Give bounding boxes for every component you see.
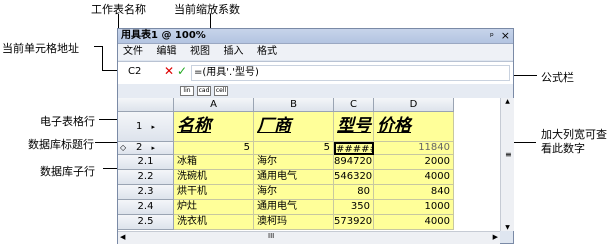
- table-cell[interactable]: 炉灶: [174, 200, 254, 215]
- scroll-down-icon[interactable]: ▼: [501, 224, 514, 231]
- row-header[interactable]: 2.1: [118, 155, 174, 170]
- table-cell[interactable]: 350: [334, 200, 374, 215]
- horizontal-scrollbar[interactable]: ◀ III ▶: [118, 231, 500, 244]
- table-cell[interactable]: 通用电气: [254, 170, 334, 185]
- view-toolbar: lin cad cell: [118, 84, 513, 98]
- corner-header[interactable]: [118, 98, 174, 112]
- formula-input[interactable]: =(用具'.'型号): [191, 65, 510, 81]
- table-cell[interactable]: 5: [174, 142, 254, 155]
- view-icon-1[interactable]: lin: [180, 86, 194, 96]
- accept-icon[interactable]: ✓: [177, 64, 187, 78]
- menu-item-view[interactable]: 视图: [185, 44, 215, 60]
- annotation-widen-column: 加大列宽可查看此数字: [541, 128, 613, 156]
- header-cell-model[interactable]: 型号: [334, 112, 374, 142]
- table-cell[interactable]: 澳柯玛: [254, 215, 334, 230]
- cancel-icon[interactable]: ✕: [164, 64, 174, 78]
- menu-item-file[interactable]: 文件: [118, 44, 148, 60]
- annotation-formula-bar: 公式栏: [541, 71, 574, 84]
- pin-icon[interactable]: ᵖ: [490, 32, 494, 42]
- row-arrow-icon: ▸: [151, 123, 156, 131]
- menu-item-insert[interactable]: 插入: [219, 44, 249, 60]
- annotation-cell-address: 当前单元格地址: [2, 42, 79, 55]
- annotation-zoom-factor: 当前缩放系数: [174, 3, 240, 16]
- vertical-scrollbar[interactable]: ▲ ≡ ▼: [500, 98, 514, 231]
- header-cell-maker[interactable]: 厂商: [254, 112, 334, 142]
- selected-cell-c2[interactable]: ######: [334, 142, 374, 155]
- table-cell[interactable]: 894720: [334, 155, 374, 170]
- annotation-db-title-row: 数据库标题行: [28, 138, 94, 151]
- scroll-right-icon[interactable]: ▶: [493, 233, 498, 241]
- title-buttons: ᵖ ×: [490, 29, 510, 44]
- row-header[interactable]: 2.3: [118, 185, 174, 200]
- column-header-d[interactable]: D: [374, 98, 454, 112]
- table-cell[interactable]: 2000: [374, 155, 454, 170]
- column-header-a[interactable]: A: [174, 98, 254, 112]
- table-cell[interactable]: 通用电气: [254, 200, 334, 215]
- scroll-thumb[interactable]: ≡: [505, 150, 512, 159]
- row-label: 2: [135, 142, 143, 153]
- view-icon-2[interactable]: cad: [197, 86, 211, 96]
- table-cell[interactable]: 冰箱: [174, 155, 254, 170]
- sheet-grid: A B C D 1 ▸ 名称 厂商 型号 价格 ◇ 2 ▸ 5 5 ######…: [118, 98, 500, 231]
- table-cell[interactable]: 4000: [374, 215, 454, 230]
- table-cell[interactable]: 烘干机: [174, 185, 254, 200]
- spreadsheet-window: 用具表1 @ 100% ᵖ × 文件 编辑 视图 插入 格式 C2 ✕ ✓ =(…: [117, 28, 514, 244]
- header-cell-price[interactable]: 价格: [374, 112, 454, 142]
- formula-bar: C2 ✕ ✓ =(用具'.'型号): [118, 61, 513, 85]
- table-cell[interactable]: 546320: [334, 170, 374, 185]
- table-cell[interactable]: 4000: [374, 170, 454, 185]
- leader-line: [210, 14, 211, 29]
- close-icon[interactable]: ×: [501, 29, 510, 42]
- leader-line: [118, 14, 119, 29]
- row-header-2[interactable]: ◇ 2 ▸: [118, 142, 174, 155]
- annotation-spreadsheet-row: 电子表格行: [40, 115, 95, 128]
- annotation-db-child-rows: 数据库子行: [40, 165, 95, 178]
- view-icon-3[interactable]: cell: [214, 86, 228, 96]
- column-header-c[interactable]: C: [334, 98, 374, 112]
- leader-line: [94, 46, 102, 47]
- row-arrow-icon: ▸: [151, 144, 156, 152]
- row-header[interactable]: 2.5: [118, 215, 174, 230]
- menu-item-edit[interactable]: 编辑: [152, 44, 182, 60]
- table-cell[interactable]: 573920: [334, 215, 374, 230]
- expand-icon[interactable]: ◇: [120, 142, 126, 154]
- leader-line: [102, 46, 103, 70]
- menu-item-format[interactable]: 格式: [252, 44, 282, 60]
- table-cell[interactable]: 5: [254, 142, 334, 155]
- table-cell[interactable]: 海尔: [254, 155, 334, 170]
- row-label: 1: [135, 121, 143, 132]
- table-cell[interactable]: 1000: [374, 200, 454, 215]
- window-title: 用具表1 @ 100%: [121, 30, 206, 41]
- table-cell[interactable]: 11840: [374, 142, 454, 155]
- annotation-widen-column-text: 加大列宽可查看此数字: [541, 128, 607, 155]
- table-cell[interactable]: 洗碗机: [174, 170, 254, 185]
- column-header-b[interactable]: B: [254, 98, 334, 112]
- table-cell[interactable]: 80: [334, 185, 374, 200]
- leader-line: [95, 142, 117, 143]
- row-header-1[interactable]: 1 ▸: [118, 112, 174, 142]
- menu-bar: 文件 编辑 视图 插入 格式: [118, 44, 513, 60]
- cell-reference[interactable]: C2: [128, 66, 158, 77]
- header-cell-name[interactable]: 名称: [174, 112, 254, 142]
- row-header[interactable]: 2.4: [118, 200, 174, 215]
- table-cell[interactable]: 840: [374, 185, 454, 200]
- row-header[interactable]: 2.2: [118, 170, 174, 185]
- scroll-left-icon[interactable]: ◀: [120, 233, 125, 241]
- table-cell[interactable]: 洗衣机: [174, 215, 254, 230]
- table-cell[interactable]: 海尔: [254, 185, 334, 200]
- title-bar[interactable]: 用具表1 @ 100% ᵖ ×: [118, 29, 513, 44]
- scroll-up-icon[interactable]: ▲: [501, 98, 514, 105]
- scroll-thumb-h[interactable]: III: [268, 232, 274, 240]
